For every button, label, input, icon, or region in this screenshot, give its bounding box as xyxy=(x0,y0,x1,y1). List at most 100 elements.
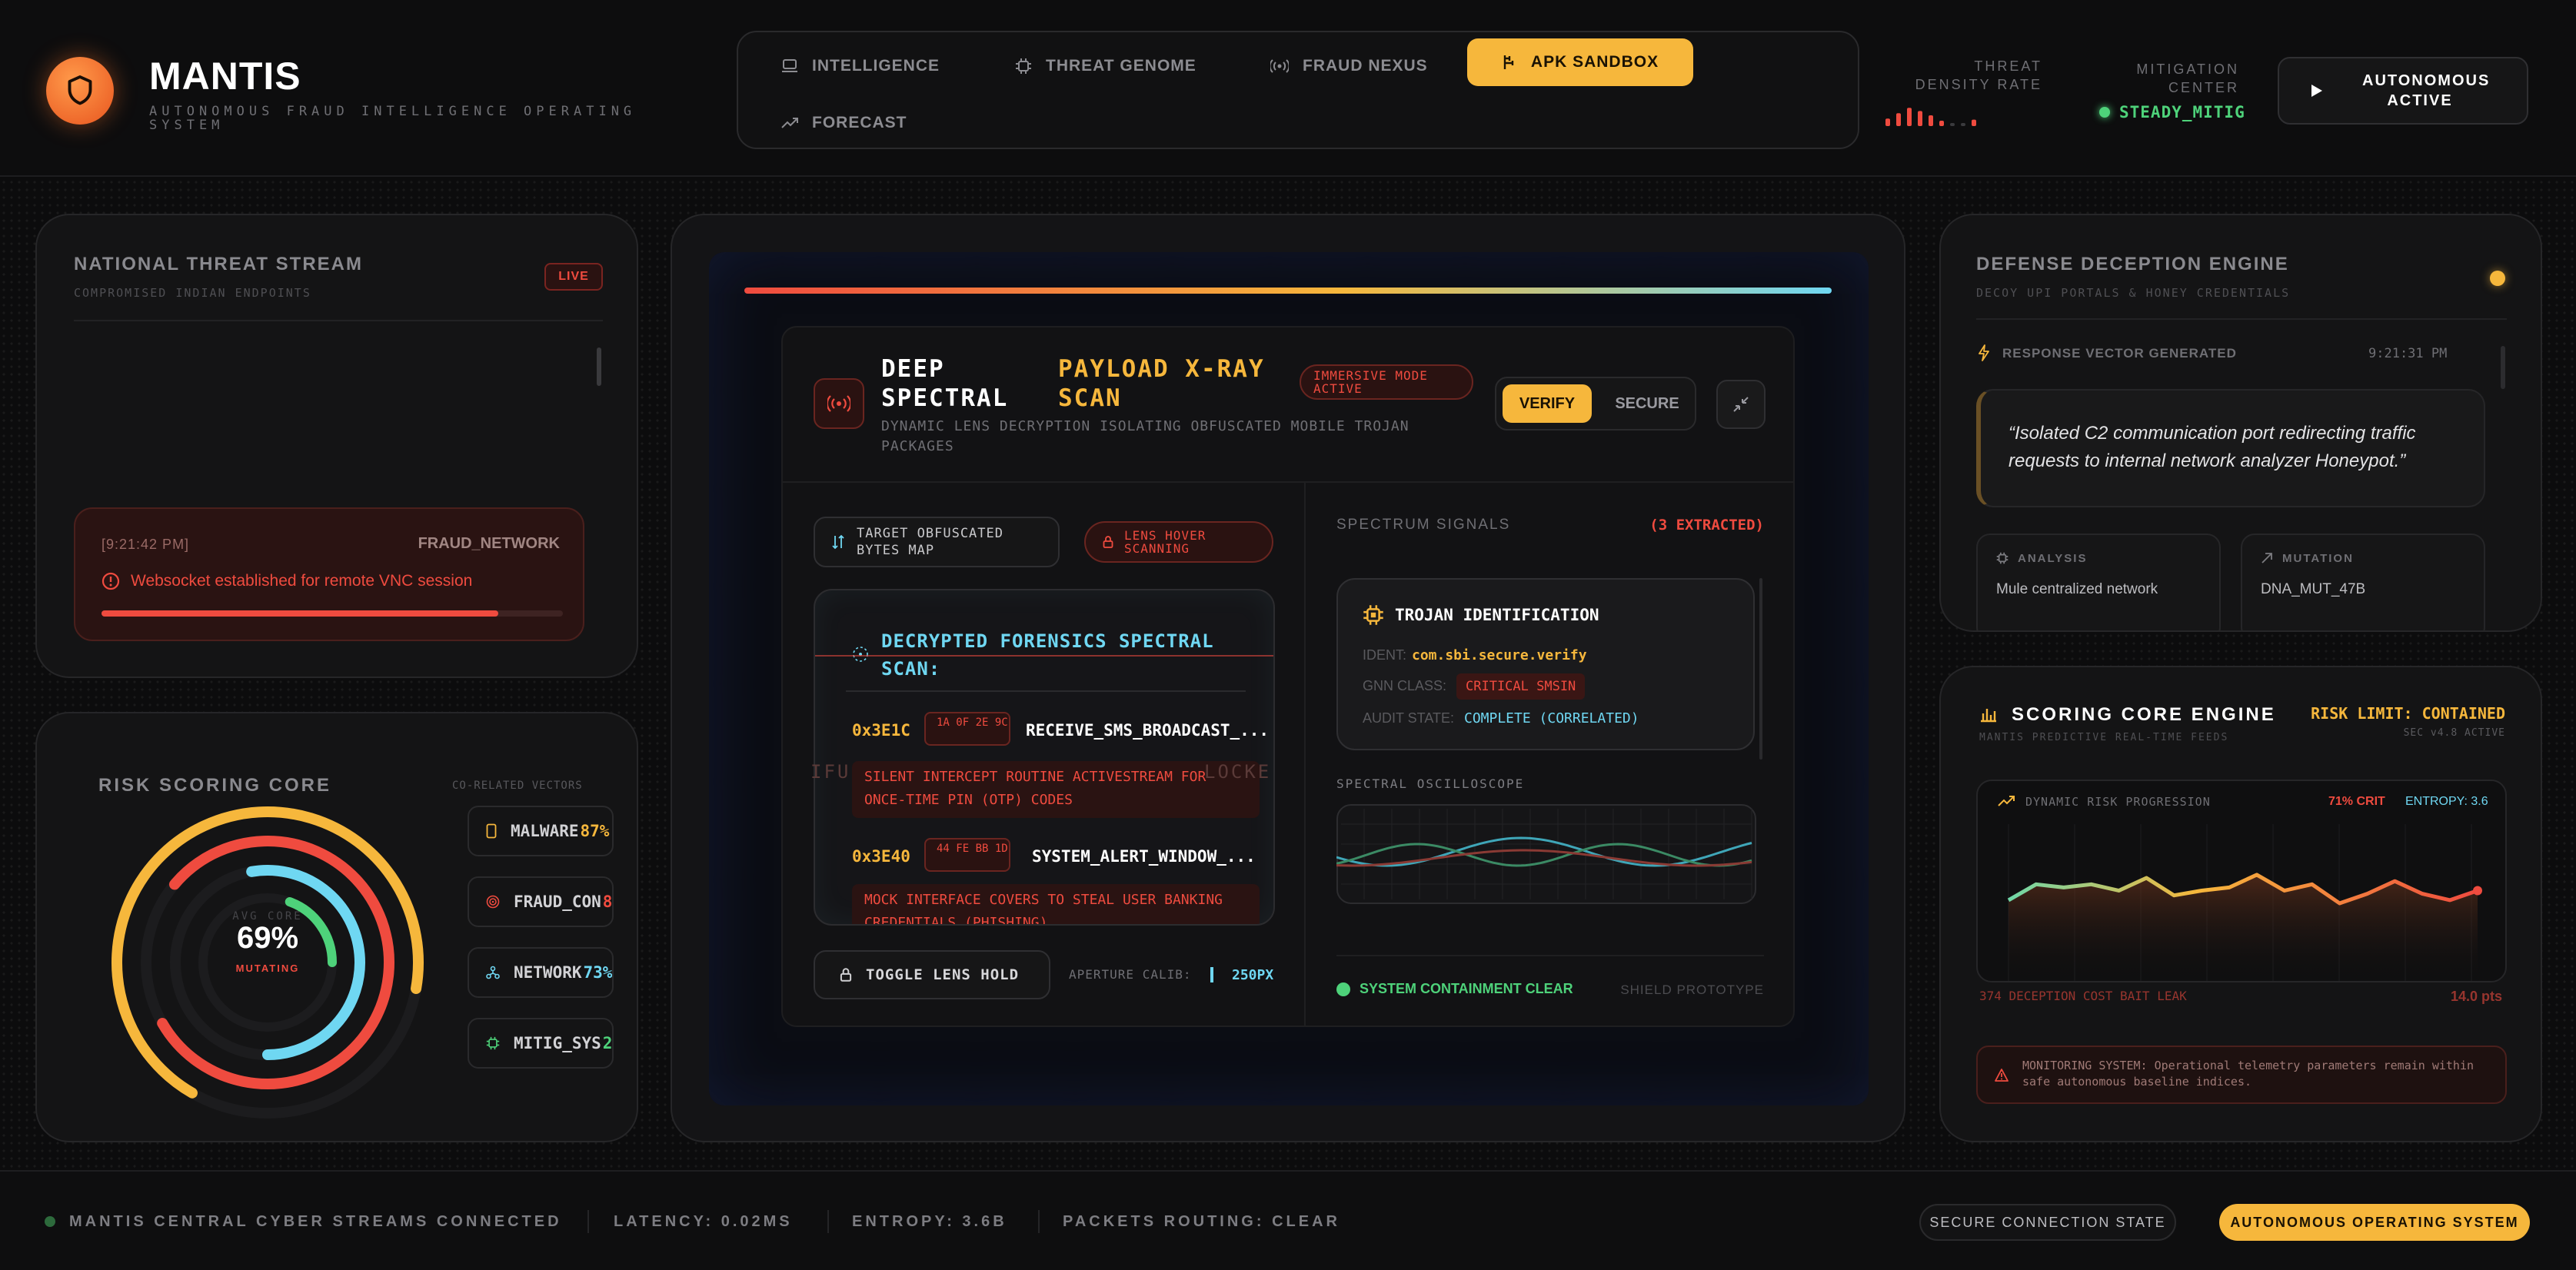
logo-badge xyxy=(46,57,114,125)
tab-apk-sandbox[interactable]: APK SANDBOX xyxy=(1467,38,1693,86)
tab-intelligence[interactable]: INTELLIGENCE xyxy=(781,52,940,80)
scrollbar[interactable] xyxy=(597,347,601,386)
audit-value: COMPLETE (CORRELATED) xyxy=(1464,710,1639,726)
immersive-badge: IMMERSIVE MODE ACTIVE xyxy=(1300,364,1473,400)
vector-row[interactable]: MALWARE 87% xyxy=(468,806,614,856)
vector-value: 87% xyxy=(580,822,610,840)
footer-sep xyxy=(827,1210,829,1233)
panel-title: NATIONAL THREAT STREAM xyxy=(74,254,363,274)
forensics-divider xyxy=(846,690,1246,692)
quote-text: “Isolated C2 communication port redirect… xyxy=(2009,423,2416,471)
panel-subtitle: COMPROMISED INDIAN ENDPOINTS xyxy=(74,286,311,300)
panel-title: DEFENSE DECEPTION ENGINE xyxy=(1976,254,2289,274)
bar-chart-icon xyxy=(1981,709,1996,723)
row2-name: SYSTEM_ALERT_WINDOW_... xyxy=(1032,847,1256,866)
ghost-text-left: IFU xyxy=(810,761,851,783)
lock-icon xyxy=(1103,536,1113,548)
density-bar xyxy=(1939,121,1944,126)
panel-title: SCORING CORE ENGINE xyxy=(2012,704,2276,725)
divider xyxy=(1976,318,2507,320)
risk-area xyxy=(2009,874,2478,981)
spectral-bar xyxy=(744,288,1832,294)
threat-density-label: THREAT DENSITY RATE xyxy=(1915,58,2042,92)
scrollbar[interactable] xyxy=(2501,346,2505,389)
center-value: 69% xyxy=(236,921,299,955)
threat-stream-panel: NATIONAL THREAT STREAM COMPROMISED INDIA… xyxy=(35,214,638,678)
monitor-icon xyxy=(782,59,797,72)
density-bar xyxy=(1907,108,1912,126)
main-nav: INTELLIGENCE THREAT GENOME FRAUD NEXUS A… xyxy=(737,31,1859,149)
density-bar xyxy=(1961,123,1965,126)
oscilloscope xyxy=(1336,804,1756,904)
secure-button[interactable]: SECURE xyxy=(1603,384,1692,423)
quote-card: “Isolated C2 communication port redirect… xyxy=(1976,389,2485,507)
aperture-label: APERTURE CALIB: xyxy=(1069,967,1192,982)
signals-label: SPECTRUM SIGNALS xyxy=(1336,517,1511,533)
secure-connection-button[interactable]: SECURE CONNECTION STATE xyxy=(1919,1204,2176,1241)
footer-sep xyxy=(587,1210,589,1233)
vector-row[interactable]: MITIG_SYS25 xyxy=(468,1018,614,1069)
alert-card[interactable]: [9:21:42 PM] FRAUD_NETWORK Websocket est… xyxy=(74,507,584,641)
trend-icon xyxy=(781,118,798,128)
vector-value: 73% xyxy=(583,963,613,982)
top-header: MANTIS AUTONOMOUS FRAUD INTELLIGENCE OPE… xyxy=(0,0,2576,177)
gnn-value: CRITICAL SMSIN xyxy=(1456,673,1586,700)
target-bytes-button[interactable]: TARGET OBFUSCATED BYTES MAP xyxy=(814,517,1060,567)
sandbox-signal-icon-box xyxy=(814,378,864,429)
toggle-lens-button[interactable]: TOGGLE LENS HOLD xyxy=(814,950,1050,999)
connected-status: MANTIS CENTRAL CYBER STREAMS CONNECTED xyxy=(69,1213,562,1230)
chip-icon xyxy=(486,1036,500,1050)
sandbox-title-accent-line2: SCAN xyxy=(1058,384,1122,412)
mitigation-status: STEADY_MITIG xyxy=(2099,103,2245,121)
verify-secure-toggle: VERIFY SECURE xyxy=(1495,377,1696,431)
tab-label: INTELLIGENCE xyxy=(812,57,940,75)
density-bar xyxy=(1918,111,1922,126)
latency-status: LATENCY: 0.02MS xyxy=(614,1213,793,1230)
chart-label: DYNAMIC RISK PROGRESSION xyxy=(2025,795,2211,809)
lens-hover-button[interactable]: LENS HOVER SCANNING xyxy=(1084,521,1273,563)
tab-fraud-nexus[interactable]: FRAUD NEXUS xyxy=(1270,52,1428,80)
ghost-text-right: LOCKE xyxy=(1204,761,1272,783)
response-vector-time: 9:21:31 PM xyxy=(2368,346,2448,361)
sandbox-title-accent-line1: PAYLOAD X-RAY xyxy=(1058,355,1265,383)
trojan-card[interactable]: TROJAN IDENTIFICATION IDENT: com.sbi.sec… xyxy=(1336,578,1755,750)
tab-forecast[interactable]: FORECAST xyxy=(781,109,907,137)
signals-scrollbar[interactable] xyxy=(1759,578,1762,760)
monitor-alert: MONITORING SYSTEM: Operational telemetry… xyxy=(1976,1046,2507,1104)
collapse-button[interactable] xyxy=(1716,380,1766,429)
entropy-value: ENTROPY: 3.6 xyxy=(2405,795,2488,808)
signals-count: (3 EXTRACTED) xyxy=(1649,517,1764,534)
sandbox-title-line1: DEEP xyxy=(881,355,945,383)
autonomous-os-button[interactable]: AUTONOMOUS OPERATING SYSTEM xyxy=(2219,1204,2530,1241)
vector-name: MITIG_SYS xyxy=(514,1034,601,1052)
vector-name: FRAUD_CON xyxy=(514,893,601,911)
vector-name: MALWARE xyxy=(511,822,579,840)
trend-icon xyxy=(1998,796,2015,806)
vector-row[interactable]: FRAUD_CON89 xyxy=(468,876,614,927)
verify-button[interactable]: VERIFY xyxy=(1503,384,1592,423)
ident-value: com.sbi.secure.verify xyxy=(1412,647,1587,663)
tab-label: FRAUD NEXUS xyxy=(1303,57,1428,75)
radio-icon xyxy=(1270,59,1289,73)
sandbox-card: DEEP SPECTRAL PAYLOAD X-RAY SCAN IMMERSI… xyxy=(781,326,1795,1027)
analysis-card: ANALYSIS Mule centralized network xyxy=(1976,534,2221,630)
alert-progress-track xyxy=(102,610,563,617)
cut-row-right: 14.0 pts xyxy=(2450,989,2502,1004)
tab-threat-genome[interactable]: THREAT GENOME xyxy=(1015,52,1196,80)
aperture-slider[interactable] xyxy=(1210,967,1213,982)
lens-scanline xyxy=(815,655,1273,657)
crosshair-icon xyxy=(853,647,868,662)
tab-label: THREAT GENOME xyxy=(1046,57,1196,75)
row1-desc: SILENT INTERCEPT ROUTINE ACTIVESTREAM FO… xyxy=(852,761,1260,818)
status-dot xyxy=(2099,107,2110,118)
autonomous-label: AUTONOMOUS ACTIVE xyxy=(2362,72,2491,109)
packets-status: PACKETS ROUTING: CLEAR xyxy=(1063,1213,1340,1230)
analysis-value: Mule centralized network xyxy=(1996,581,2158,597)
sandbox-icon xyxy=(1503,55,1514,69)
response-vector-label: RESPONSE VECTOR GENERATED xyxy=(2002,346,2237,361)
tab-label: APK SANDBOX xyxy=(1530,53,1659,71)
sec-version: SEC v4.8 ACTIVE xyxy=(2403,727,2505,739)
network-icon xyxy=(486,966,500,979)
vector-row[interactable]: NETWORK 73% xyxy=(468,947,614,998)
autonomous-active-button[interactable]: AUTONOMOUS ACTIVE xyxy=(2278,57,2528,125)
